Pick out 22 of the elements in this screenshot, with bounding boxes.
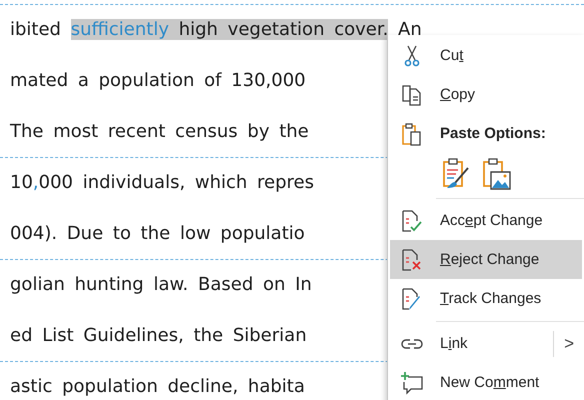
add-comment-icon (400, 370, 424, 394)
paste-options-heading: Paste Options: (439, 125, 546, 142)
document-check-icon (401, 208, 423, 232)
document-pencil-icon (401, 286, 423, 310)
menu-item[interactable]: Reject Change (390, 240, 582, 279)
document-text: 10,000 individuals, which repres (10, 171, 314, 195)
document-text: astic population decline, habita (10, 375, 305, 399)
paste-picture-icon[interactable] (482, 158, 512, 190)
document-text: ed List Guidelines, the Siberian (10, 324, 307, 348)
menu-item[interactable]: Copy (390, 75, 582, 114)
document-text: mated a population of 130,000 (10, 69, 306, 93)
scissors-icon (404, 44, 420, 66)
menu-item[interactable]: New Comment (390, 363, 582, 400)
document-text: 004). Due to the low populatio (10, 222, 305, 246)
document-text: golian hunting law. Based on In (10, 273, 312, 297)
menu-item[interactable]: Accept Change (390, 201, 582, 240)
copy-icon (401, 84, 423, 106)
document-text: The most recent census by the (10, 120, 309, 144)
menu-item[interactable]: Link > (390, 324, 582, 363)
document-x-icon (401, 248, 423, 272)
menu-item[interactable]: Track Changes (390, 279, 582, 318)
clipboard-icon (401, 122, 423, 146)
